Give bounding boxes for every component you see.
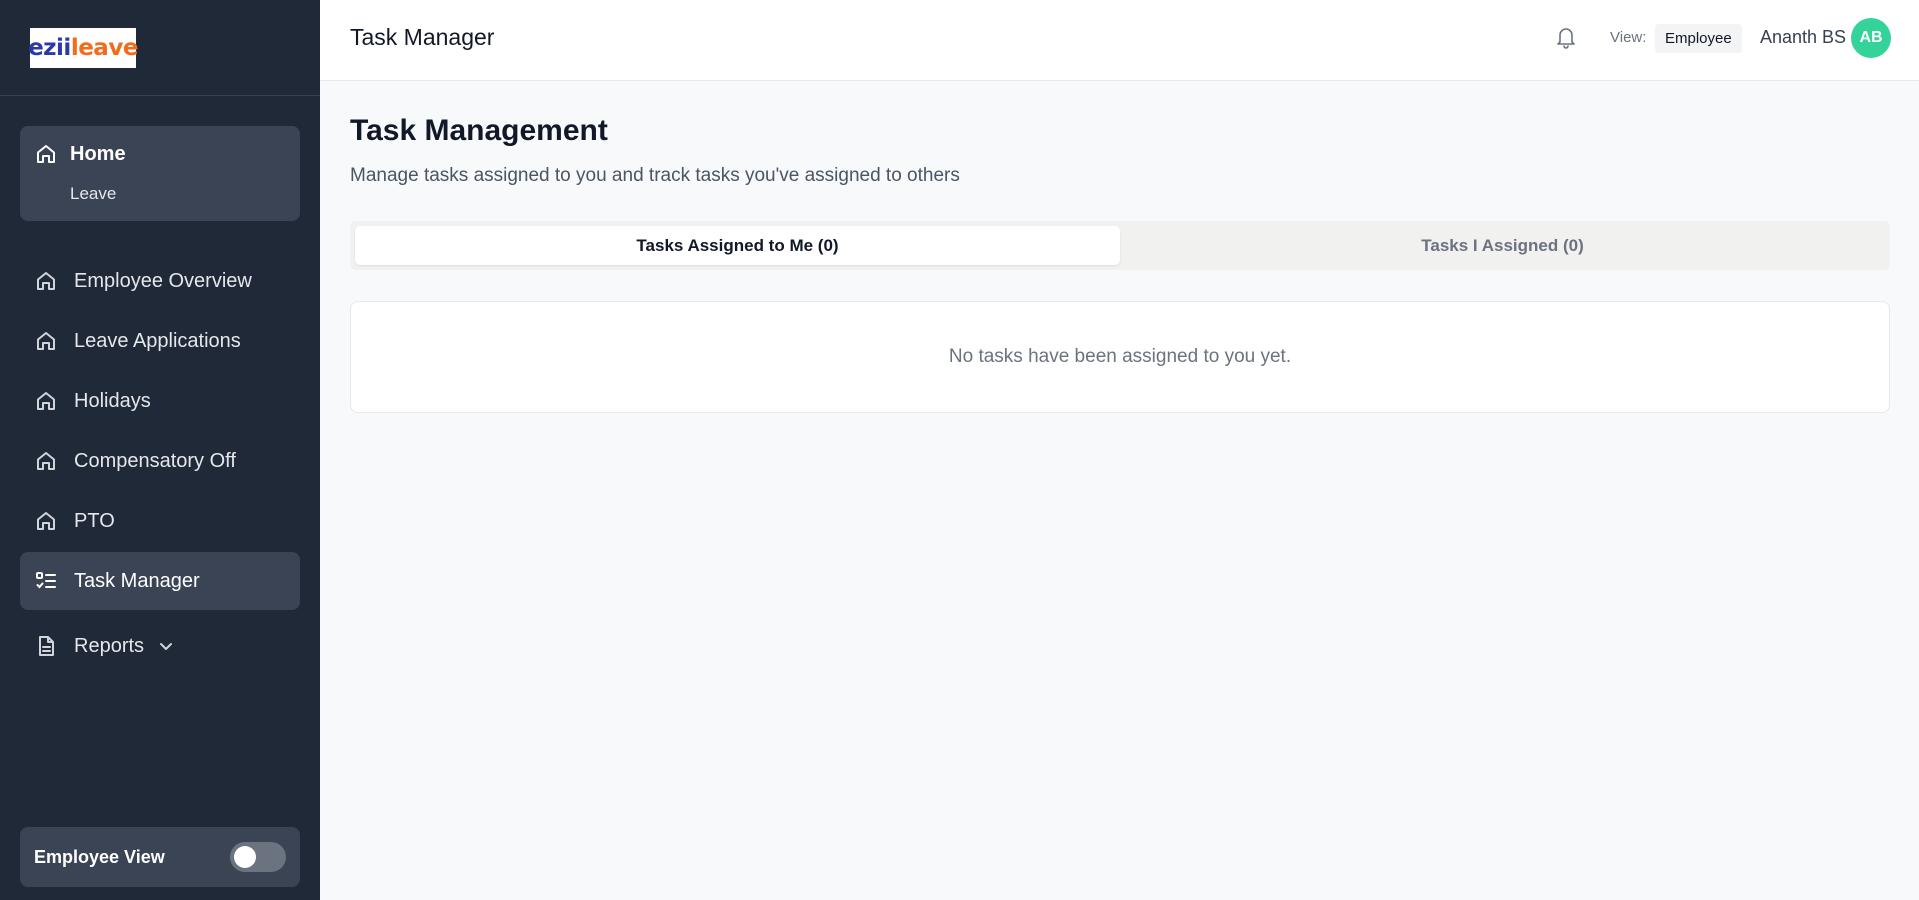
sidebar-item-label: Leave Applications bbox=[74, 329, 241, 352]
sidebar-item-task-manager[interactable]: Task Manager bbox=[20, 552, 300, 610]
toggle-knob bbox=[234, 846, 256, 868]
empty-state-message: No tasks have been assigned to you yet. bbox=[948, 346, 1292, 367]
tab-tasks-i-assigned[interactable]: Tasks I Assigned (0) bbox=[1120, 226, 1885, 265]
sidebar-subitem-leave[interactable]: Leave bbox=[70, 184, 116, 204]
employee-view-label: Employee View bbox=[34, 846, 165, 867]
bell-icon[interactable] bbox=[1554, 24, 1578, 55]
sidebar-item-compensatory-off[interactable]: Compensatory Off bbox=[20, 432, 300, 490]
sidebar-item-label: Reports bbox=[74, 634, 145, 657]
sidebar-item-home[interactable]: Home Leave bbox=[20, 126, 300, 221]
empty-state-card: No tasks have been assigned to you yet. bbox=[350, 301, 1890, 413]
sidebar-item-label: PTO bbox=[74, 509, 115, 532]
page-title: Task Management bbox=[350, 114, 608, 147]
top-header: Task Manager View: Employee Ananth BS AB bbox=[320, 0, 1919, 81]
avatar[interactable]: AB bbox=[1851, 18, 1891, 58]
home-icon bbox=[34, 509, 58, 533]
sidebar-item-label: Task Manager bbox=[74, 569, 200, 592]
sidebar-item-label: Compensatory Off bbox=[74, 449, 236, 472]
chevron-down-icon[interactable] bbox=[158, 638, 174, 654]
employee-view-toggle[interactable] bbox=[230, 842, 286, 872]
home-icon bbox=[34, 142, 58, 166]
sidebar: ezii leave Home Leave Employee Overview L… bbox=[0, 0, 320, 900]
sidebar-item-pto[interactable]: PTO bbox=[20, 492, 300, 550]
logo-text-ezii: ezii bbox=[28, 34, 71, 61]
document-icon bbox=[34, 634, 58, 658]
logo-area: ezii leave bbox=[0, 0, 320, 96]
home-row: Home bbox=[34, 142, 126, 166]
tab-tasks-assigned-to-me[interactable]: Tasks Assigned to Me (0) bbox=[355, 226, 1120, 265]
header-title: Task Manager bbox=[350, 24, 495, 50]
sidebar-item-reports[interactable]: Reports bbox=[20, 617, 300, 675]
sidebar-item-leave-applications[interactable]: Leave Applications bbox=[20, 312, 300, 370]
home-icon bbox=[34, 389, 58, 413]
logo-text-leave: leave bbox=[70, 34, 139, 61]
sidebar-item-employee-overview[interactable]: Employee Overview bbox=[20, 252, 300, 310]
task-tabs: Tasks Assigned to Me (0) Tasks I Assigne… bbox=[350, 221, 1890, 270]
employee-view-toggle-card: Employee View bbox=[20, 827, 300, 887]
app-logo[interactable]: ezii leave bbox=[28, 27, 139, 68]
task-list-icon bbox=[34, 569, 58, 593]
user-name[interactable]: Ananth BS bbox=[1760, 27, 1846, 48]
sidebar-item-label: Employee Overview bbox=[74, 269, 252, 292]
sidebar-item-label: Home bbox=[70, 142, 126, 165]
sidebar-item-holidays[interactable]: Holidays bbox=[20, 372, 300, 430]
home-icon bbox=[34, 449, 58, 473]
home-icon bbox=[34, 329, 58, 353]
sidebar-item-label: Holidays bbox=[74, 389, 151, 412]
page-subtitle: Manage tasks assigned to you and track t… bbox=[350, 165, 960, 186]
view-mode-badge[interactable]: Employee bbox=[1655, 24, 1742, 53]
view-label: View: bbox=[1610, 29, 1647, 46]
home-icon bbox=[34, 269, 58, 293]
